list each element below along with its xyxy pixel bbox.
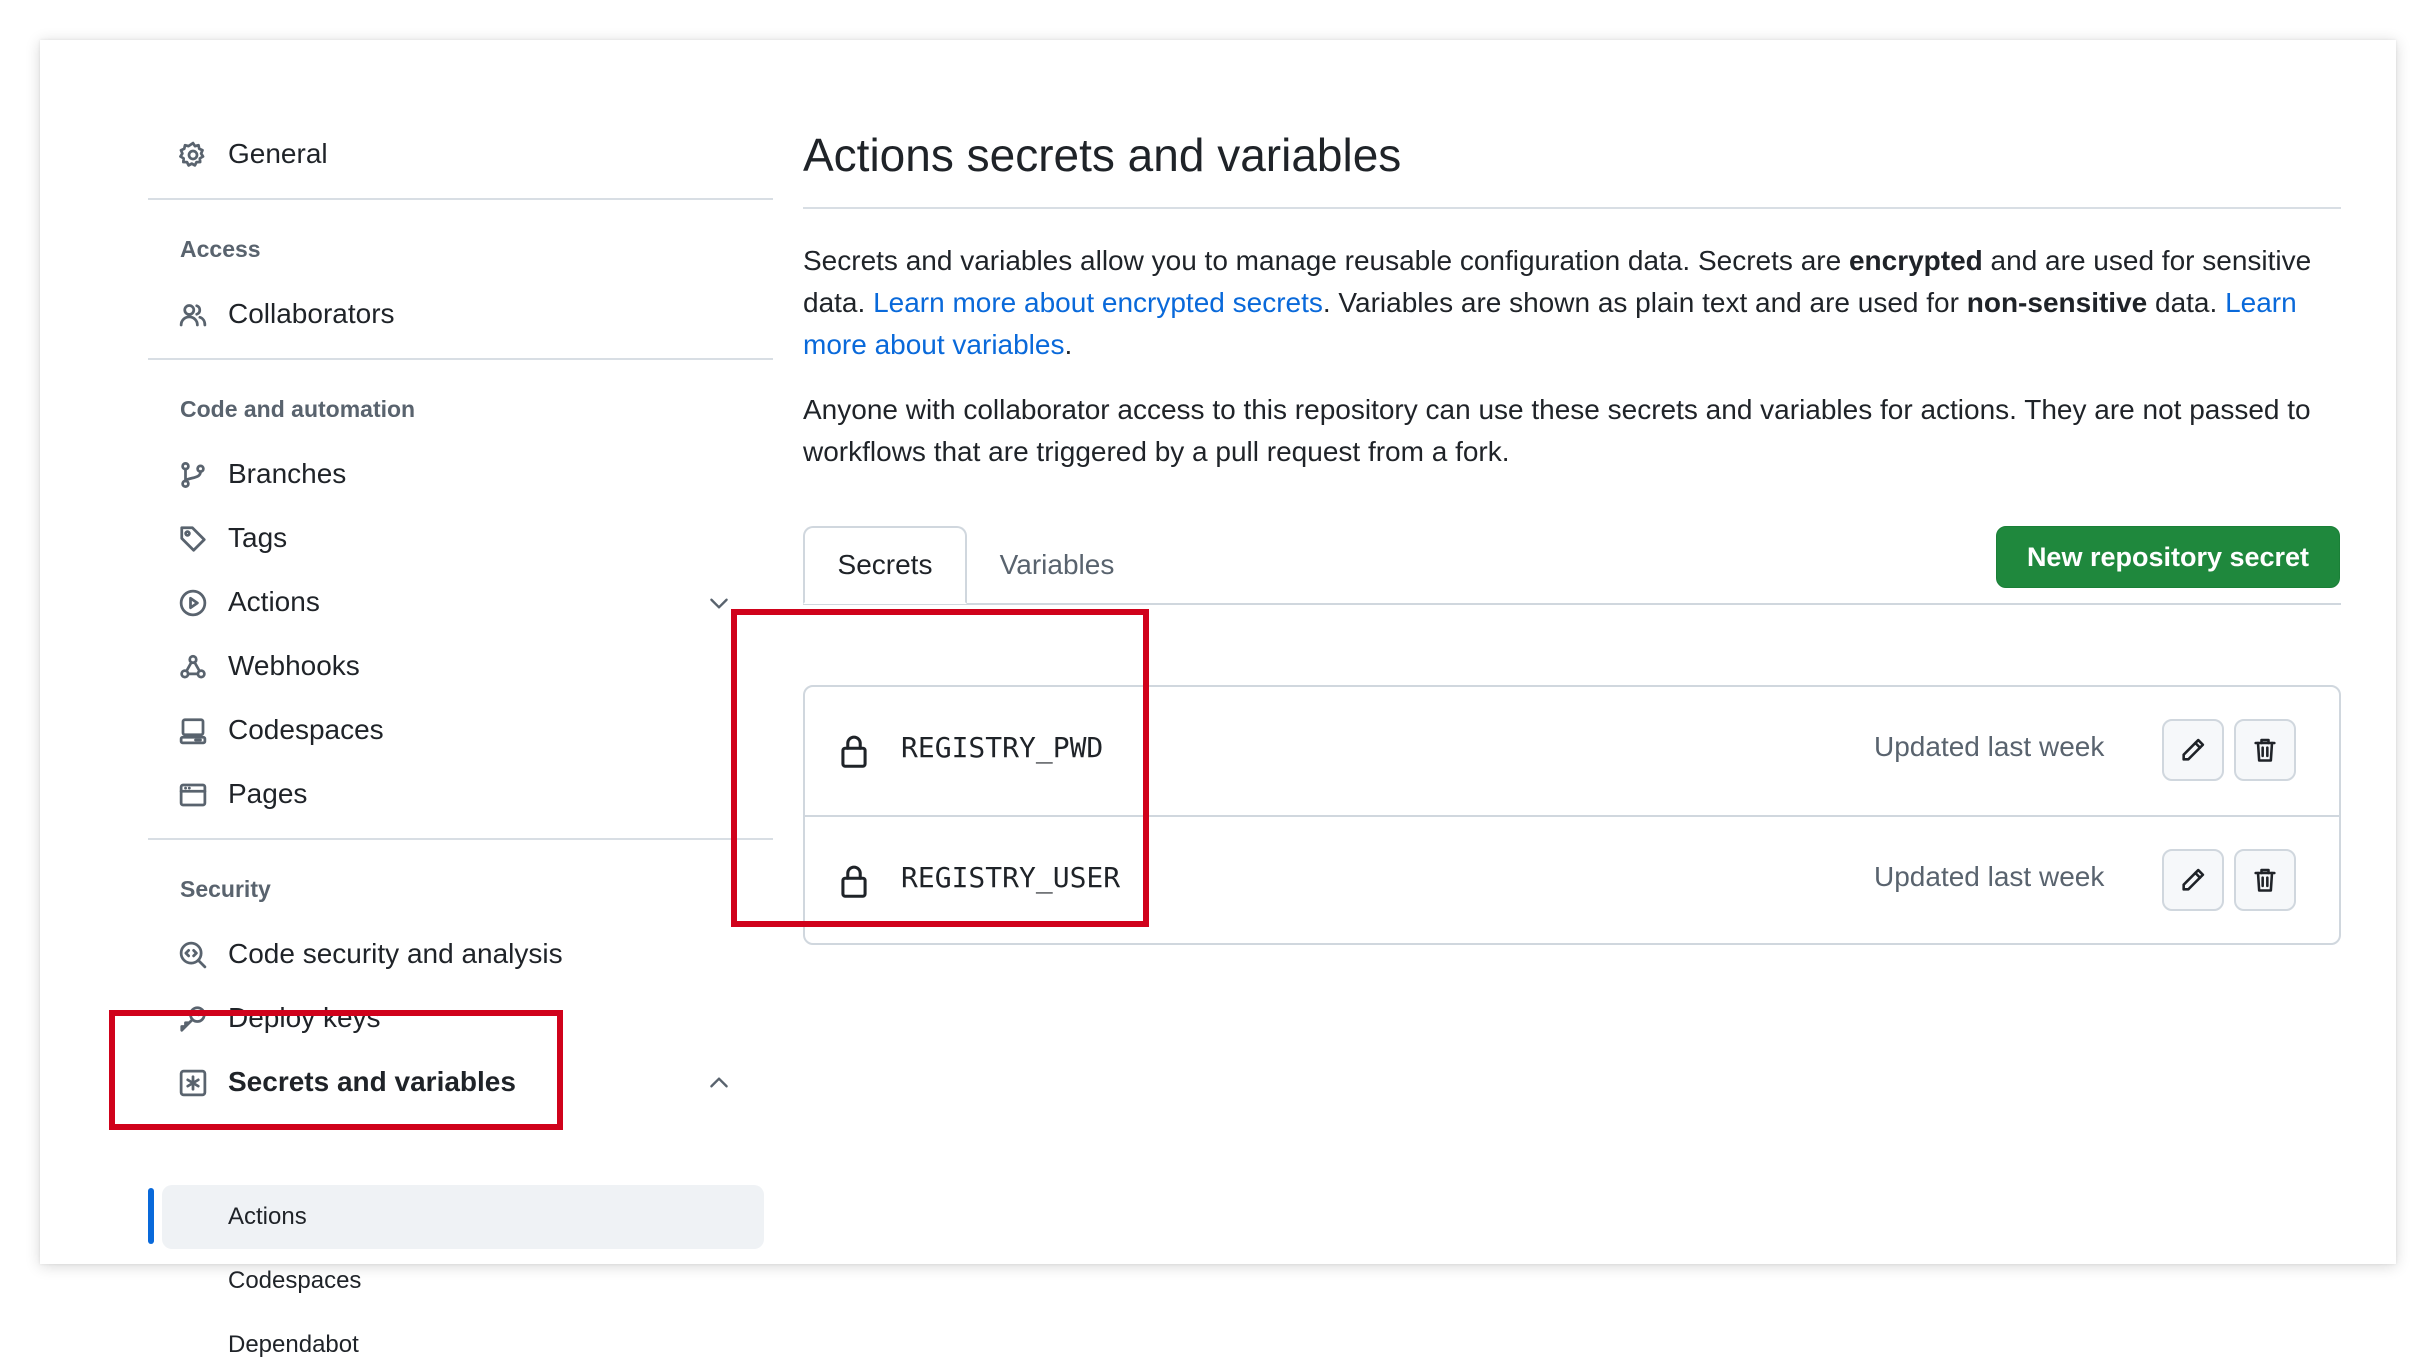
sidebar-item-code-security[interactable]: Code security and analysis xyxy=(148,926,758,982)
sidebar-item-branches[interactable]: Branches xyxy=(148,446,758,502)
new-repository-secret-button[interactable]: New repository secret xyxy=(1996,526,2340,588)
chevron-up-icon[interactable] xyxy=(706,1070,732,1096)
people-icon xyxy=(179,304,207,327)
tab-secrets[interactable]: Secrets xyxy=(803,526,967,604)
sidebar-item-webhooks[interactable]: Webhooks xyxy=(148,638,758,694)
sidebar-item-codespaces[interactable]: Codespaces xyxy=(148,702,758,758)
notice-paragraph: Anyone with collaborator access to this … xyxy=(803,394,2311,467)
page-title: Actions secrets and variables xyxy=(803,129,1402,181)
sidebar-item-label: Webhooks xyxy=(228,650,360,681)
highlight-box-sidebar xyxy=(109,1010,563,1130)
intro-bold: encrypted xyxy=(1848,245,1983,276)
sidebar-item-collaborators[interactable]: Collaborators xyxy=(148,286,758,342)
sidebar-item-label: Codespaces xyxy=(228,714,384,745)
sidebar-item-label: Pages xyxy=(228,778,308,809)
trash-icon xyxy=(2254,868,2276,892)
tab-variables[interactable]: Variables xyxy=(987,526,1127,604)
encrypted-secrets-link[interactable]: Learn more about encrypted secrets xyxy=(873,287,1323,318)
edit-secret-button[interactable] xyxy=(2162,719,2224,781)
active-item-indicator xyxy=(148,1188,154,1244)
sidebar-item-label: Tags xyxy=(228,522,288,553)
intro-text: . Variables are shown as plain text and … xyxy=(1322,287,1967,318)
sidebar-divider xyxy=(148,838,773,840)
sidebar-item-label: Branches xyxy=(228,458,347,489)
sidebar-subitem-codespaces[interactable]: Codespaces xyxy=(228,1256,361,1306)
tag-icon xyxy=(180,526,206,552)
sidebar-item-label: Code security and analysis xyxy=(228,938,563,969)
sidebar-item-general[interactable]: General xyxy=(148,126,758,182)
intro-text: data. xyxy=(2147,287,2226,318)
delete-secret-button[interactable] xyxy=(2234,719,2296,781)
section-title-code-automation: Code and automation xyxy=(180,396,416,422)
edit-secret-button[interactable] xyxy=(2162,849,2224,911)
sidebar-item-label: Collaborators xyxy=(228,298,395,329)
webhook-icon xyxy=(180,654,206,679)
sidebar-item-label: Actions xyxy=(228,586,320,617)
browser-icon xyxy=(179,783,207,807)
pencil-icon xyxy=(2182,868,2205,891)
sidebar-item-actions[interactable]: Actions xyxy=(148,574,758,630)
sidebar-item-tags[interactable]: Tags xyxy=(148,510,758,566)
secret-updated: Updated last week xyxy=(1874,861,2105,892)
intro-text: Secrets and variables allow you to manag… xyxy=(803,245,1849,276)
trash-icon xyxy=(2254,738,2276,762)
pencil-icon xyxy=(2182,738,2205,761)
delete-secret-button[interactable] xyxy=(2234,849,2296,911)
codespaces-icon xyxy=(179,718,207,745)
git-branch-icon xyxy=(181,462,205,489)
intro-paragraph: Secrets and variables allow you to manag… xyxy=(803,240,2341,366)
highlight-box-secrets xyxy=(731,609,1149,927)
title-divider xyxy=(803,207,2341,209)
sidebar-item-pages[interactable]: Pages xyxy=(148,766,758,822)
codescan-icon xyxy=(179,941,207,969)
sidebar-subitem-dependabot[interactable]: Dependabot xyxy=(228,1320,359,1370)
intro-bold: non-sensitive xyxy=(1966,287,2148,318)
section-title-security: Security xyxy=(180,876,271,902)
section-title-access: Access xyxy=(180,236,261,262)
gear-icon xyxy=(179,141,205,167)
secret-updated: Updated last week xyxy=(1874,731,2105,762)
sidebar-item-label: General xyxy=(228,138,328,169)
sidebar-subitem-actions[interactable]: Actions xyxy=(228,1192,307,1242)
chevron-down-icon[interactable] xyxy=(706,590,732,616)
intro-text: . xyxy=(1064,329,1073,360)
sidebar-divider xyxy=(148,198,773,200)
sidebar-divider xyxy=(148,358,773,360)
play-icon xyxy=(179,589,207,617)
